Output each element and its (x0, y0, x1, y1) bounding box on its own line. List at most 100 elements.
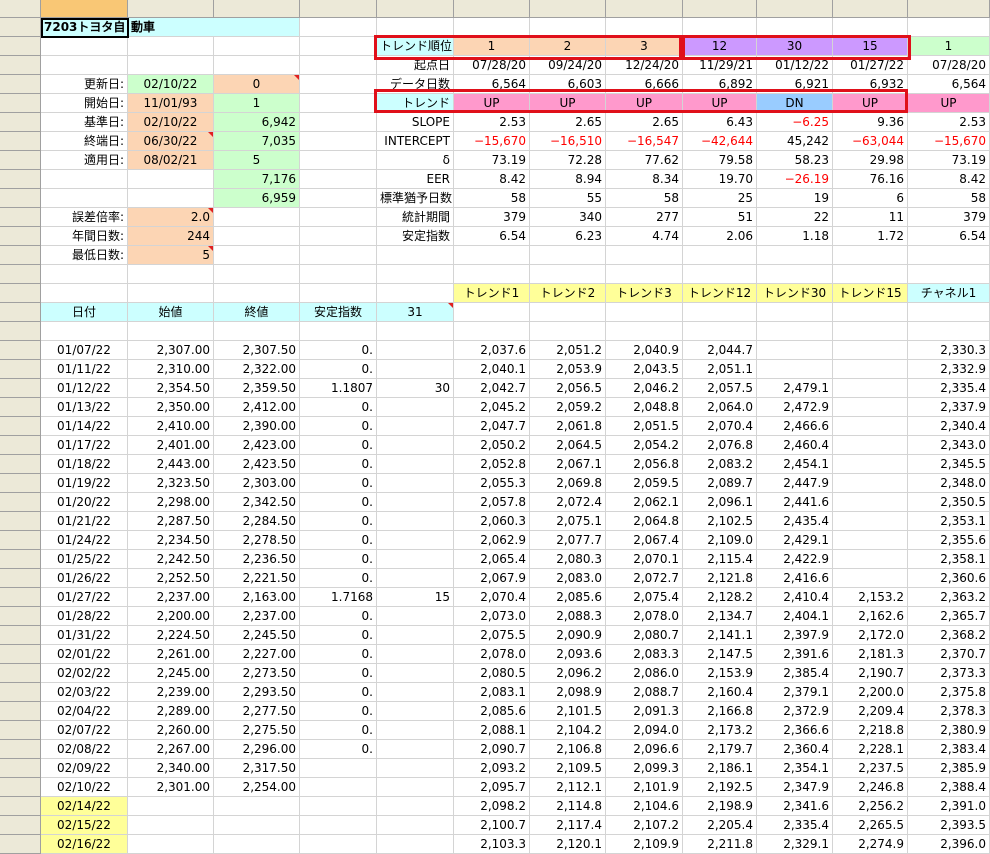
cell-al[interactable]: 2,062.1 (606, 493, 683, 512)
cell[interactable] (300, 227, 377, 246)
cell-ap[interactable]: 2,358.1 (908, 550, 990, 569)
cell-am-8[interactable]: 79.58 (683, 151, 757, 170)
cell-b-12[interactable]: 244 (128, 227, 214, 246)
cell-am-10[interactable]: 25 (683, 189, 757, 208)
cell-ai[interactable] (377, 721, 454, 740)
cell-aj[interactable]: 2,055.3 (454, 474, 530, 493)
cell-aj[interactable]: 2,080.5 (454, 664, 530, 683)
cell[interactable] (128, 284, 214, 303)
cell[interactable] (300, 189, 377, 208)
cell-an-10[interactable]: 19 (757, 189, 833, 208)
cell-al-4[interactable]: 6,666 (606, 75, 683, 94)
cell-an[interactable]: 2,479.1 (757, 379, 833, 398)
cell-ao[interactable]: 2,274.9 (833, 835, 908, 854)
cell-aj[interactable]: 2,083.1 (454, 683, 530, 702)
cell-aj[interactable]: 2,060.3 (454, 512, 530, 531)
cell-am[interactable]: 2,160.4 (683, 683, 757, 702)
cell-b[interactable]: 2,245.00 (128, 664, 214, 683)
cell-ao[interactable] (833, 569, 908, 588)
cell[interactable] (377, 322, 454, 341)
cell-ap[interactable]: 2,373.3 (908, 664, 990, 683)
column-header-ai[interactable] (377, 0, 454, 18)
row-header[interactable] (0, 626, 41, 645)
cell-a[interactable]: 02/01/22 (41, 645, 128, 664)
cell-am[interactable]: 2,083.2 (683, 455, 757, 474)
cell-aj[interactable]: 2,045.2 (454, 398, 530, 417)
cell-ah[interactable]: 0. (300, 569, 377, 588)
cell-an[interactable]: 2,329.1 (757, 835, 833, 854)
cell-al[interactable]: 2,107.2 (606, 816, 683, 835)
cell-ai[interactable] (377, 797, 454, 816)
cell-ap[interactable]: 2,365.7 (908, 607, 990, 626)
cell-aj[interactable]: 2,073.0 (454, 607, 530, 626)
cell-am[interactable]: 2,141.1 (683, 626, 757, 645)
cell-ak[interactable]: 2,120.1 (530, 835, 606, 854)
cell-ah[interactable]: 1.7168 (300, 588, 377, 607)
cell-al[interactable]: 2,078.0 (606, 607, 683, 626)
cell-ak[interactable]: 2,056.5 (530, 379, 606, 398)
cell-ai[interactable] (377, 664, 454, 683)
cell-a[interactable]: 02/15/22 (41, 816, 128, 835)
cell-a[interactable]: 02/09/22 (41, 759, 128, 778)
cell[interactable] (300, 208, 377, 227)
row-header[interactable] (0, 797, 41, 816)
cell[interactable] (41, 56, 128, 75)
cell-b[interactable]: 2,200.00 (128, 607, 214, 626)
cell[interactable] (41, 265, 128, 284)
cell-a[interactable]: 01/28/22 (41, 607, 128, 626)
cell-ah[interactable] (300, 778, 377, 797)
cell-c-4[interactable]: 0 (214, 75, 300, 94)
row-header[interactable] (0, 702, 41, 721)
cell-ak-15[interactable]: トレンド2 (530, 284, 606, 303)
cell-ao-3[interactable]: 01/27/22 (833, 56, 908, 75)
cell-aj-9[interactable]: 8.42 (454, 170, 530, 189)
cell-am[interactable]: 2,044.7 (683, 341, 757, 360)
cell-al[interactable]: 2,080.7 (606, 626, 683, 645)
cell-an-7[interactable]: 45,242 (757, 132, 833, 151)
cell-am[interactable]: 2,166.8 (683, 702, 757, 721)
cell-ak-7[interactable]: −16,510 (530, 132, 606, 151)
cell-c[interactable] (214, 797, 300, 816)
cell-aj[interactable]: 2,065.4 (454, 550, 530, 569)
cell-ak[interactable]: 2,083.0 (530, 569, 606, 588)
cell[interactable] (300, 170, 377, 189)
cell-ah[interactable] (300, 759, 377, 778)
cell[interactable] (377, 284, 454, 303)
cell-ap-2[interactable]: 1 (908, 37, 990, 56)
row-header[interactable] (0, 189, 41, 208)
cell-b[interactable]: 2,301.00 (128, 778, 214, 797)
cell-ao[interactable] (833, 512, 908, 531)
cell-an[interactable] (757, 360, 833, 379)
cell-am[interactable]: 2,192.5 (683, 778, 757, 797)
row-header[interactable] (0, 398, 41, 417)
column-header-c[interactable] (214, 0, 300, 18)
cell-ah[interactable]: 0. (300, 512, 377, 531)
cell-b-16[interactable]: 始値 (128, 303, 214, 322)
cell-al[interactable]: 2,075.4 (606, 588, 683, 607)
cell-aj-15[interactable]: トレンド1 (454, 284, 530, 303)
cell-c[interactable] (214, 816, 300, 835)
cell-an-12[interactable]: 1.18 (757, 227, 833, 246)
cell-aj[interactable]: 2,085.6 (454, 702, 530, 721)
cell-an-2[interactable]: 30 (757, 37, 833, 56)
cell-ak-12[interactable]: 6.23 (530, 227, 606, 246)
cell-am[interactable]: 2,147.5 (683, 645, 757, 664)
cell-am-15[interactable]: トレンド12 (683, 284, 757, 303)
cell-b-6[interactable]: 02/10/22 (128, 113, 214, 132)
cell-b[interactable]: 2,237.00 (128, 588, 214, 607)
cell-al[interactable]: 2,040.9 (606, 341, 683, 360)
cell-al[interactable]: 2,091.3 (606, 702, 683, 721)
cell-ao-7[interactable]: −63,044 (833, 132, 908, 151)
cell-ai[interactable] (377, 550, 454, 569)
cell-aj[interactable]: 2,095.7 (454, 778, 530, 797)
cell-an[interactable]: 2,335.4 (757, 816, 833, 835)
row-header[interactable] (0, 569, 41, 588)
cell-ao-6[interactable]: 9.36 (833, 113, 908, 132)
row-header[interactable] (0, 759, 41, 778)
cell-c[interactable]: 2,303.00 (214, 474, 300, 493)
cell-al-2[interactable]: 3 (606, 37, 683, 56)
cell[interactable] (214, 56, 300, 75)
cell-c[interactable]: 2,236.50 (214, 550, 300, 569)
cell-a-11[interactable]: 誤差倍率: (41, 208, 128, 227)
cell-b[interactable]: 2,261.00 (128, 645, 214, 664)
